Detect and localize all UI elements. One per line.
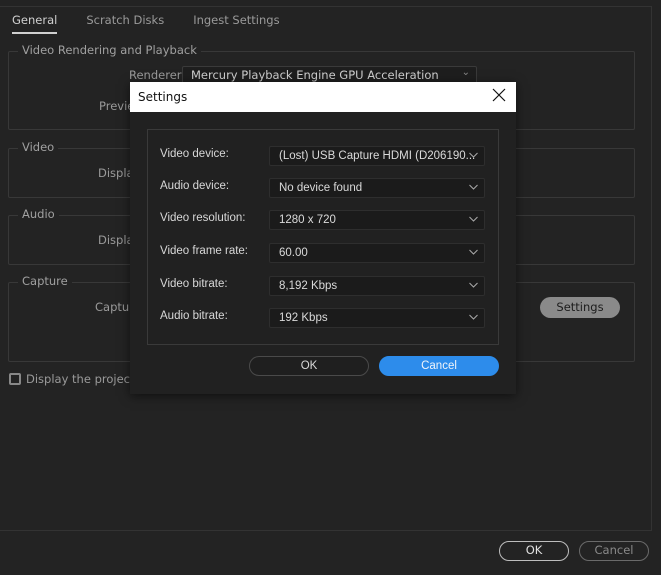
select-value: 1280 x 720	[279, 214, 336, 226]
field-label: Video bitrate:	[160, 278, 228, 290]
field-label: Audio device:	[160, 180, 230, 192]
chevron-down-icon	[469, 314, 478, 320]
audio-bitrate-select[interactable]: 192 Kbps	[269, 308, 485, 328]
display-project-checkbox[interactable]	[9, 373, 21, 385]
tab-scratch-disks[interactable]: Scratch Disks	[86, 13, 164, 34]
field-label: Video resolution:	[160, 212, 246, 224]
select-value: 60.00	[279, 247, 308, 259]
dialog-title: Settings	[138, 90, 188, 104]
dialog-titlebar: Settings	[130, 82, 516, 112]
video-bitrate-select[interactable]: 8,192 Kbps	[269, 276, 485, 296]
field-row-video-frame-rate: Video frame rate: 60.00	[160, 243, 490, 263]
chevron-down-icon	[469, 249, 478, 255]
tab-ingest-settings[interactable]: Ingest Settings	[193, 13, 279, 34]
group-title: Video Rendering and Playback	[18, 43, 201, 57]
field-row-video-resolution: Video resolution: 1280 x 720	[160, 210, 490, 230]
video-resolution-select[interactable]: 1280 x 720	[269, 210, 485, 230]
field-label: Audio bitrate:	[160, 310, 228, 322]
select-value: No device found	[279, 182, 363, 194]
group-title: Capture	[18, 274, 72, 288]
field-row-audio-bitrate: Audio bitrate: 192 Kbps	[160, 308, 490, 328]
select-value: 8,192 Kbps	[279, 280, 338, 292]
display-project-checkbox-row[interactable]: Display the project it	[9, 372, 146, 386]
dialog-cancel-button[interactable]: Cancel	[379, 356, 499, 376]
tab-general[interactable]: General	[12, 13, 58, 34]
audio-device-select[interactable]: No device found	[269, 178, 485, 198]
video-device-select[interactable]: (Lost) USB Capture HDMI (D206190...	[269, 146, 485, 166]
field-row-audio-device: Audio device: No device found	[160, 178, 490, 198]
group-title: Audio	[18, 207, 59, 221]
group-title: Video	[18, 140, 59, 154]
checkbox-label: Display the project it	[26, 372, 146, 386]
chevron-down-icon	[469, 282, 478, 288]
select-value: (Lost) USB Capture HDMI (D206190...	[279, 150, 476, 162]
field-label: Video frame rate:	[160, 245, 249, 257]
capture-settings-button[interactable]: Settings	[540, 297, 620, 318]
cancel-button[interactable]: Cancel	[579, 541, 649, 561]
renderer-label: Renderer:	[129, 68, 186, 82]
chevron-down-icon	[469, 216, 478, 222]
settings-dialog: Settings Video device: (Lost) USB Captur…	[130, 82, 516, 394]
field-row-video-device: Video device: (Lost) USB Capture HDMI (D…	[160, 146, 490, 166]
audio-display-label: Displa	[98, 233, 134, 247]
close-icon[interactable]	[492, 88, 506, 102]
field-label: Video device:	[160, 148, 229, 160]
video-display-label: Displa	[98, 166, 134, 180]
video-frame-rate-select[interactable]: 60.00	[269, 243, 485, 263]
chevron-down-icon	[469, 184, 478, 190]
ok-button[interactable]: OK	[499, 541, 569, 561]
select-value: 192 Kbps	[279, 312, 328, 324]
dialog-fields-panel: Video device: (Lost) USB Capture HDMI (D…	[147, 129, 499, 345]
chevron-down-icon	[469, 152, 478, 158]
field-row-video-bitrate: Video bitrate: 8,192 Kbps	[160, 276, 490, 296]
chevron-down-icon: ⌄	[461, 67, 470, 78]
tab-bar: General Scratch Disks Ingest Settings	[12, 13, 309, 34]
dialog-ok-button[interactable]: OK	[249, 356, 369, 376]
